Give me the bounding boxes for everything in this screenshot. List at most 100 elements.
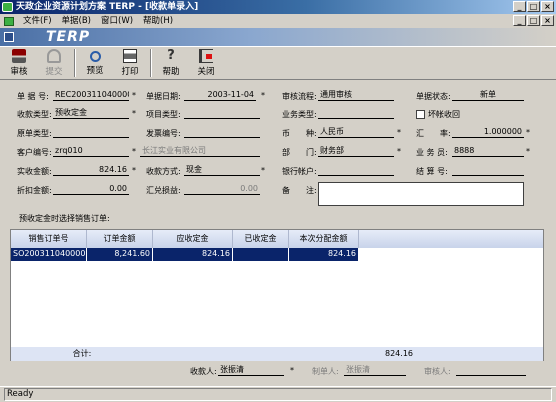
- menu-file[interactable]: 文件(F): [18, 14, 57, 28]
- column-header[interactable]: 已收定金: [233, 230, 289, 248]
- required-mark: *: [132, 147, 136, 156]
- orig-doc-type-field[interactable]: [53, 127, 129, 138]
- child-close-button[interactable]: ×: [541, 15, 554, 26]
- remark-label: 备 注:: [282, 186, 317, 195]
- required-mark: *: [132, 166, 136, 175]
- print-button[interactable]: 打印: [113, 47, 147, 79]
- maker-field: 张振清: [344, 365, 406, 376]
- close-button[interactable]: ×: [541, 1, 554, 12]
- terp-logo: TERP: [46, 29, 91, 45]
- grid-total-row: 合计: 824.16: [11, 347, 543, 361]
- invoice-no-label: 发票编号:: [146, 129, 181, 138]
- receipt-method-field[interactable]: 现金: [184, 165, 260, 176]
- customer-no-field[interactable]: zrq010: [53, 146, 129, 157]
- customer-no-label: 客户编号:: [17, 148, 52, 157]
- window-title: 天政企业资源计划方案 TERP - [收款单录入]: [16, 2, 199, 12]
- doc-no-label: 单 据 号:: [17, 92, 49, 101]
- column-header[interactable]: 应收定金: [153, 230, 233, 248]
- dept-label: 部 门:: [282, 148, 317, 157]
- menu-help[interactable]: 帮助(H): [138, 14, 178, 28]
- table-row[interactable]: SO2003110400001 8,241.60 824.16 824.16: [11, 248, 543, 261]
- preview-button[interactable]: 预览: [78, 47, 112, 79]
- total-value: 824.16: [385, 349, 413, 358]
- cell-allocated-amount[interactable]: 824.16: [289, 248, 359, 261]
- settle-no-label: 结 算 号:: [416, 167, 448, 176]
- auditor-label: 审核人:: [424, 367, 451, 376]
- child-restore-button[interactable]: □: [527, 15, 540, 26]
- doc-no-field[interactable]: REC200311040000: [53, 90, 129, 101]
- orig-doc-type-label: 原单类型:: [17, 129, 52, 138]
- invoice-no-field[interactable]: [184, 127, 260, 138]
- doc-status-field: 新单: [452, 90, 524, 101]
- preview-label: 预览: [86, 65, 104, 76]
- stamp-icon: [12, 49, 26, 63]
- total-label: 合计:: [72, 349, 92, 358]
- help-button[interactable]: ? 帮助: [154, 47, 188, 79]
- cell-order-no[interactable]: SO2003110400001: [11, 248, 87, 261]
- column-header[interactable]: 本次分配金额: [289, 230, 359, 248]
- receiver-field[interactable]: 张振清: [218, 365, 284, 376]
- doc-date-field[interactable]: 2003-11-04: [184, 90, 256, 101]
- minimize-button[interactable]: _: [513, 1, 526, 12]
- sales-order-grid[interactable]: 销售订单号 订单金额 应收定金 已收定金 本次分配金额 SO2003110400…: [10, 229, 544, 361]
- bank-account-field[interactable]: [318, 165, 394, 176]
- required-mark: *: [261, 166, 265, 175]
- fx-gain-label: 汇兑损益:: [146, 186, 181, 195]
- cell-received-deposit[interactable]: [233, 248, 289, 261]
- settle-no-field[interactable]: [452, 165, 524, 176]
- exit-door-icon: [199, 49, 213, 63]
- close-label: 关闭: [197, 67, 215, 77]
- audit-label: 审核: [10, 67, 28, 77]
- receipt-method-label: 收款方式:: [146, 167, 181, 176]
- column-header-filler: [359, 230, 543, 248]
- business-type-field[interactable]: [318, 108, 394, 119]
- required-mark: *: [132, 91, 136, 100]
- receipt-type-field[interactable]: 预收定金: [53, 108, 129, 119]
- column-header[interactable]: 销售订单号: [11, 230, 87, 248]
- auditor-field: [456, 365, 526, 376]
- grid-header: 销售订单号 订单金额 应收定金 已收定金 本次分配金额: [11, 230, 543, 248]
- required-mark: *: [290, 366, 294, 375]
- column-header[interactable]: 订单金额: [87, 230, 153, 248]
- title-bar: 天政企业资源计划方案 TERP - [收款单录入] _ □ ×: [0, 0, 556, 14]
- audit-flow-field[interactable]: 通用审核: [318, 90, 394, 101]
- fx-gain-field: 0.00: [184, 184, 260, 195]
- cell-order-amount[interactable]: 8,241.60: [87, 248, 153, 261]
- actual-amount-field[interactable]: 824.16: [53, 165, 129, 176]
- document-icon[interactable]: [4, 16, 14, 26]
- required-mark: *: [261, 91, 265, 100]
- project-type-label: 项目类型:: [146, 110, 181, 119]
- rate-field[interactable]: 1.000000: [452, 127, 524, 138]
- submit-icon: [47, 49, 61, 63]
- remark-textarea[interactable]: [318, 182, 524, 206]
- doc-status-label: 单据状态:: [416, 92, 451, 101]
- salesman-label: 业 务 员:: [416, 148, 448, 157]
- help-label: 帮助: [162, 67, 180, 77]
- maximize-button[interactable]: □: [527, 1, 540, 12]
- bad-debt-checkbox[interactable]: [416, 110, 425, 119]
- project-type-field[interactable]: [184, 108, 260, 119]
- discount-field[interactable]: 0.00: [53, 184, 129, 195]
- required-mark: *: [526, 147, 530, 156]
- help-icon: ?: [167, 48, 175, 63]
- menu-bar: 文件(F) 单据(B) 窗口(W) 帮助(H) _ □ ×: [0, 14, 556, 28]
- currency-field[interactable]: 人民币: [318, 127, 394, 138]
- required-mark: *: [397, 147, 401, 156]
- child-minimize-button[interactable]: _: [513, 15, 526, 26]
- close-form-button[interactable]: 关闭: [189, 47, 223, 79]
- submit-button[interactable]: 提交: [37, 47, 71, 79]
- cell-receivable-deposit[interactable]: 824.16: [153, 248, 233, 261]
- menu-window[interactable]: 窗口(W): [96, 14, 138, 28]
- required-mark: *: [397, 128, 401, 137]
- toolbar-separator: [150, 49, 152, 77]
- bad-debt-label: 坏帐收回: [428, 110, 460, 119]
- print-label: 打印: [121, 67, 139, 77]
- audit-button[interactable]: 审核: [2, 47, 36, 79]
- nav-icon[interactable]: [4, 32, 14, 42]
- bank-account-label: 银行帐户:: [282, 167, 317, 176]
- salesman-field[interactable]: 8888: [452, 146, 524, 157]
- rate-label: 汇 率:: [416, 129, 451, 138]
- business-type-label: 业务类型:: [282, 110, 317, 119]
- menu-bill[interactable]: 单据(B): [57, 14, 96, 28]
- dept-field[interactable]: 财务部: [318, 146, 394, 157]
